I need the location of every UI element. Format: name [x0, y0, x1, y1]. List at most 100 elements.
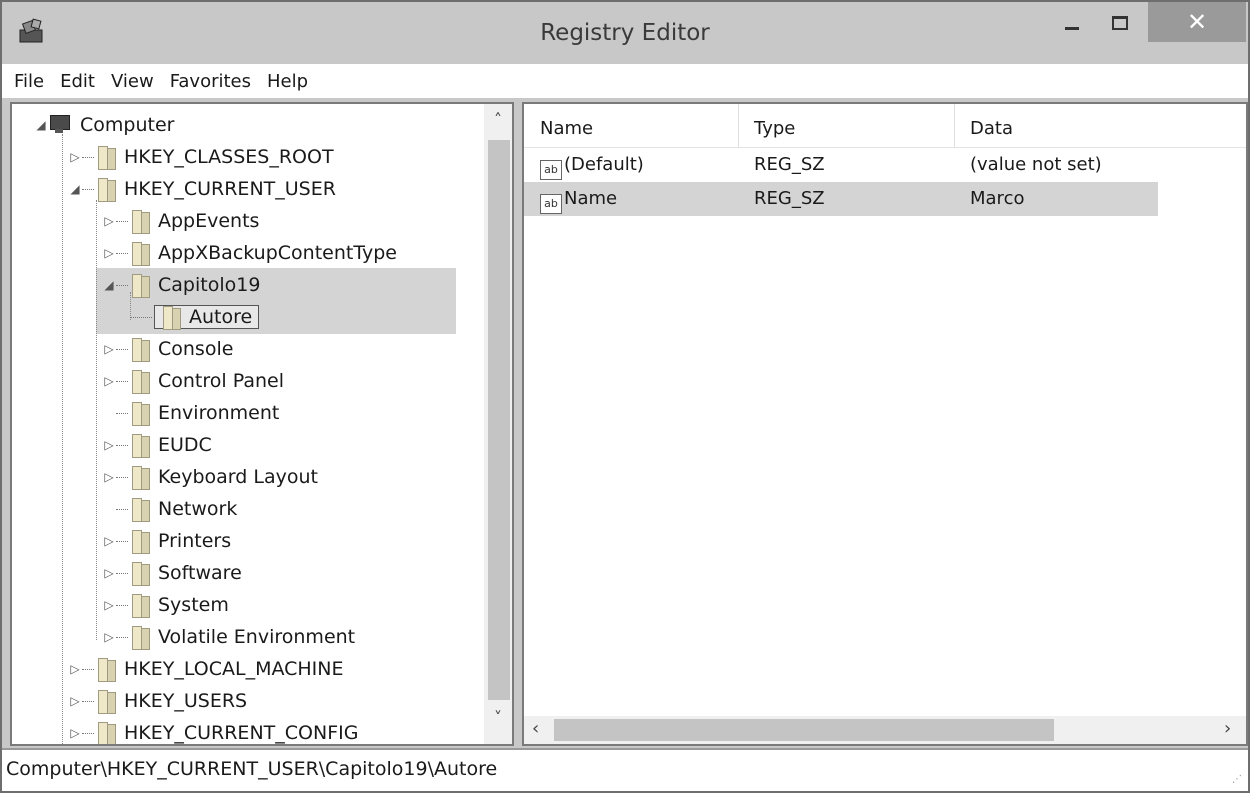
tree-item-label: Console: [158, 338, 234, 360]
key-tree-panel[interactable]: ◢ Computer ▷ HKEY_CLASSES_ROOT ◢ HKEY_CU…: [10, 102, 514, 746]
tree-item-label: Software: [158, 562, 242, 584]
folder-icon: [96, 178, 118, 202]
column-header-name[interactable]: Name: [540, 118, 593, 139]
collapsed-arrow-icon[interactable]: ▷: [102, 470, 116, 484]
collapsed-arrow-icon[interactable]: ▷: [102, 566, 116, 580]
tree-item-hkey-local-machine[interactable]: ▷ HKEY_LOCAL_MACHINE: [68, 654, 344, 684]
collapsed-arrow-icon[interactable]: ▷: [102, 374, 116, 388]
tree-item-volatile-environment[interactable]: ▷ Volatile Environment: [102, 622, 355, 652]
scroll-up-icon[interactable]: ˄: [484, 110, 512, 129]
list-horizontal-scrollbar[interactable]: ‹ ›: [524, 716, 1246, 744]
collapsed-arrow-icon[interactable]: ▷: [102, 342, 116, 356]
value-row-name[interactable]: ab Name REG_SZ Marco: [524, 182, 1158, 216]
tree-item-printers[interactable]: ▷ Printers: [102, 526, 231, 556]
tree-connector: [116, 284, 128, 286]
menu-favorites[interactable]: Favorites: [162, 71, 259, 92]
menu-file[interactable]: File: [6, 71, 52, 92]
tree-connector: [82, 732, 94, 734]
value-row-default[interactable]: ab (Default) REG_SZ (value not set): [524, 148, 1158, 182]
tree-connector: [82, 668, 94, 670]
resize-grip-icon[interactable]: ⋰: [1232, 774, 1242, 785]
collapsed-arrow-icon[interactable]: ▷: [68, 150, 82, 164]
tree-connector: [116, 636, 128, 638]
current-key-path: Computer\HKEY_CURRENT_USER\Capitolo19\Au…: [6, 758, 498, 780]
minimize-icon: [1065, 26, 1079, 30]
folder-icon: [130, 530, 152, 554]
column-header-data[interactable]: Data: [970, 118, 1013, 139]
tree-item-hkey-classes-root[interactable]: ▷ HKEY_CLASSES_ROOT: [68, 142, 334, 172]
tree-item-control-panel[interactable]: ▷ Control Panel: [102, 366, 284, 396]
folder-icon: [130, 370, 152, 394]
tree-item-appxbackupcontenttype[interactable]: ▷ AppXBackupContentType: [102, 238, 397, 268]
tree-connector: [116, 476, 128, 478]
tree-item-capitolo19[interactable]: ◢ Capitolo19: [102, 270, 260, 300]
folder-icon: [96, 146, 118, 170]
tree-connector: [116, 572, 128, 574]
scrollbar-thumb[interactable]: [488, 140, 510, 700]
tree-item-hkey-current-user[interactable]: ◢ HKEY_CURRENT_USER: [68, 174, 336, 204]
values-list-panel[interactable]: Name Type Data ab (Default) REG_SZ (value…: [522, 102, 1248, 746]
tree-item-eudc[interactable]: ▷ EUDC: [102, 430, 212, 460]
scroll-right-icon[interactable]: ›: [1224, 718, 1231, 739]
selected-key-box: Autore: [154, 305, 260, 330]
collapsed-arrow-icon[interactable]: ▷: [102, 438, 116, 452]
tree-connector: [130, 316, 152, 318]
tree-item-keyboard-layout[interactable]: ▷ Keyboard Layout: [102, 462, 318, 492]
collapsed-arrow-icon[interactable]: ▷: [68, 726, 82, 740]
collapsed-arrow-icon[interactable]: ▷: [102, 214, 116, 228]
tree-item-autore[interactable]: Autore: [130, 302, 260, 332]
tree-item-appevents[interactable]: ▷ AppEvents: [102, 206, 259, 236]
tree-connector: [116, 444, 128, 446]
collapsed-arrow-icon[interactable]: ▷: [102, 630, 116, 644]
tree-item-label: Printers: [158, 530, 232, 552]
expanded-arrow-icon[interactable]: ◢: [34, 118, 48, 132]
scroll-left-icon[interactable]: ‹: [532, 718, 539, 739]
minimize-button[interactable]: [1050, 2, 1094, 44]
expanded-arrow-icon[interactable]: ◢: [68, 182, 82, 196]
collapsed-arrow-icon[interactable]: ▷: [102, 246, 116, 260]
menu-view[interactable]: View: [103, 71, 162, 92]
tree-item-system[interactable]: ▷ System: [102, 590, 229, 620]
tree-connector: [82, 156, 94, 158]
tree-item-console[interactable]: ▷ Console: [102, 334, 233, 364]
folder-icon: [130, 434, 152, 458]
tree-connector: [116, 540, 128, 542]
tree-item-hkey-users[interactable]: ▷ HKEY_USERS: [68, 686, 247, 716]
string-value-icon: ab: [540, 194, 562, 214]
tree-item-label: AppEvents: [158, 210, 260, 232]
folder-icon: [96, 658, 118, 682]
menu-help[interactable]: Help: [259, 71, 316, 92]
column-separator[interactable]: [954, 104, 955, 148]
maximize-button[interactable]: [1098, 2, 1142, 44]
column-separator[interactable]: [738, 104, 739, 148]
title-bar[interactable]: Registry Editor ✕: [2, 2, 1248, 64]
tree-item-label: System: [158, 594, 229, 616]
folder-icon: [130, 242, 152, 266]
collapsed-arrow-icon[interactable]: ▷: [102, 534, 116, 548]
tree-item-label: HKEY_CURRENT_CONFIG: [124, 722, 359, 744]
tree-item-software[interactable]: ▷ Software: [102, 558, 242, 588]
tree-item-label: Autore: [189, 306, 253, 328]
expanded-arrow-icon[interactable]: ◢: [102, 278, 116, 292]
tree-vertical-scrollbar[interactable]: ˄ ˅: [484, 104, 512, 744]
close-icon: ✕: [1186, 8, 1208, 36]
folder-icon: [130, 466, 152, 490]
close-button[interactable]: ✕: [1148, 2, 1246, 42]
tree-item-computer[interactable]: ◢ Computer: [34, 110, 174, 140]
folder-icon: [96, 690, 118, 714]
collapsed-arrow-icon[interactable]: ▷: [68, 694, 82, 708]
tree-guide-line: [62, 134, 63, 744]
column-header-type[interactable]: Type: [754, 118, 795, 139]
tree-item-label: Environment: [158, 402, 280, 424]
menu-edit[interactable]: Edit: [52, 71, 103, 92]
status-bar: Computer\HKEY_CURRENT_USER\Capitolo19\Au…: [2, 748, 1248, 791]
computer-icon: [48, 115, 72, 135]
scrollbar-thumb[interactable]: [554, 719, 1054, 741]
tree-item-hkey-current-config[interactable]: ▷ HKEY_CURRENT_CONFIG: [68, 718, 359, 744]
tree-item-environment[interactable]: Environment: [102, 398, 279, 428]
scroll-down-icon[interactable]: ˅: [484, 708, 512, 727]
tree-item-network[interactable]: Network: [102, 494, 237, 524]
tree-item-label: Keyboard Layout: [158, 466, 318, 488]
collapsed-arrow-icon[interactable]: ▷: [102, 598, 116, 612]
collapsed-arrow-icon[interactable]: ▷: [68, 662, 82, 676]
